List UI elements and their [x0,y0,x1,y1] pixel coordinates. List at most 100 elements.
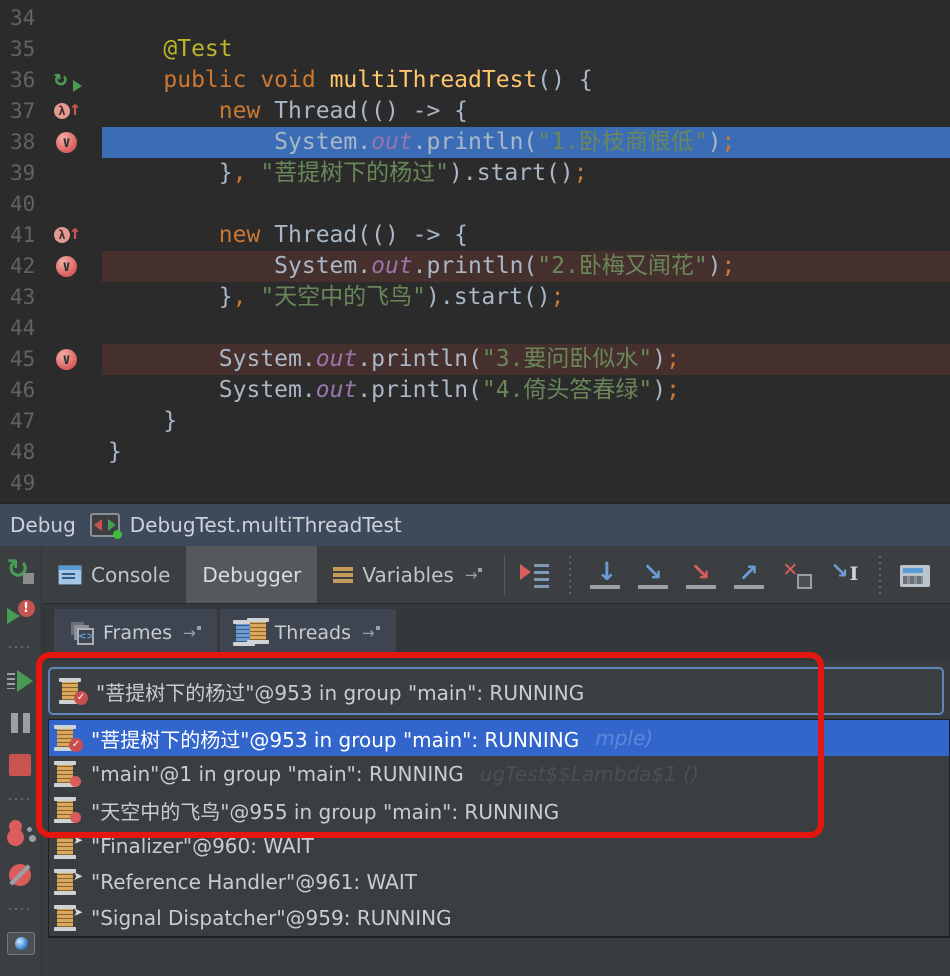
console-icon [58,565,82,585]
code-token: "1.卧枝商恨低" [537,129,707,155]
code-token: Thread(() -> { [274,222,468,248]
tab-debugger[interactable]: Debugger [186,546,317,603]
code-token: "4.倚头答春绿" [482,377,652,403]
gutter: 48 [0,437,102,468]
code-token: } [108,439,122,465]
editor-line: 38 System.out.println("1.卧枝商恨低"); [0,127,950,158]
code-token: ) [652,377,666,403]
code-token: ; [722,253,736,279]
line-number: 38 [0,127,48,158]
breakpoint-hit-badge: ✓ [74,691,88,705]
editor-line: 39 }, "菩提树下的杨过").start(); [0,158,950,189]
verified-breakpoint-icon[interactable] [54,348,84,372]
line-number: 46 [0,375,48,406]
verified-breakpoint-icon[interactable] [54,131,84,155]
thread-list-item[interactable]: ➤"Reference Handler"@961: WAIT [49,864,949,900]
code-token [108,36,163,62]
thread-dropdown-list: ✓"菩提树下的杨过"@953 in group "main": RUNNINGm… [48,719,950,938]
verified-breakpoint-icon[interactable] [54,255,84,279]
resume-program-button[interactable] [7,668,35,694]
stepping-toolbar [511,556,939,594]
code-token [108,98,219,124]
thread-list-item[interactable]: ➤"Finalizer"@960: WAIT [49,828,949,864]
thread-list-label: "Reference Handler"@961: WAIT [91,870,417,894]
code-line-42: System.out.println("2.卧梅又闻花"); [102,251,950,282]
code-line-34 [102,3,950,34]
gutter: 41 [0,220,102,251]
debug-tabs-row: Console Debugger Variables → [42,546,950,604]
stop-button[interactable] [7,752,35,778]
editor-line: 42 System.out.println("2.卧梅又闻花"); [0,251,950,282]
evaluate-expression-button[interactable] [900,565,930,587]
gutter-space [54,441,84,465]
code-token: out [371,253,413,279]
thread-list-item[interactable]: "main"@1 in group "main": RUNNINGugTest$… [49,756,949,792]
gutter-space [54,38,84,62]
pin-icon[interactable]: → [362,624,380,642]
show-execution-point-button[interactable] [520,561,550,589]
view-breakpoints-button[interactable] [7,820,35,846]
gutter: 37 [0,96,102,127]
tab-variables-label: Variables [362,563,453,587]
thread-list-item[interactable]: ➤"Signal Dispatcher"@959: RUNNING [49,900,949,936]
line-number: 39 [0,158,48,189]
drop-frame-button[interactable] [782,561,812,589]
thread-icon: ✓ [60,678,86,704]
pin-icon[interactable]: → [183,624,201,642]
code-token [108,222,219,248]
tab-frames-label: Frames [103,622,172,644]
force-step-into-button[interactable] [686,561,716,589]
tab-threads[interactable]: Threads → [220,609,396,656]
thread-selector-combobox[interactable]: ✓ "菩提树下的杨过"@953 in group "main": RUNNING [48,667,944,715]
code-token: ; [574,160,588,186]
code-token: System. [108,377,316,403]
toolbar-dotted-separator [9,794,33,804]
lambda-breakpoint-icon[interactable] [54,224,84,248]
thread-icon [55,761,81,787]
code-token: ) [708,253,722,279]
run-to-cursor-button[interactable] [830,561,860,589]
get-thread-dump-button[interactable] [7,930,35,956]
gutter: 38 [0,127,102,158]
editor-line: 45 System.out.println("3.要问卧似水"); [0,344,950,375]
tab-variables[interactable]: Variables → [317,546,498,603]
lambda-breakpoint-icon[interactable] [54,100,84,124]
variables-icon [333,567,353,583]
code-line-46: System.out.println("4.倚头答春绿"); [102,375,950,406]
code-line-43: }, "天空中的飞鸟").start(); [102,282,950,313]
step-out-button[interactable] [734,561,764,589]
line-number: 48 [0,437,48,468]
step-into-button[interactable] [638,561,668,589]
pause-program-button[interactable] [7,710,35,736]
step-over-button[interactable] [590,561,620,589]
running-badge: ➤ [73,906,83,918]
debug-toolwindow-header: Debug DebugTest.multiThreadTest [0,502,950,546]
editor-line: 34 [0,3,950,34]
code-token: , [233,160,261,186]
thread-spool [57,907,73,929]
code-token: , [233,284,261,310]
line-number: 37 [0,96,48,127]
code-token: "菩提树下的杨过" [260,160,449,186]
line-number: 44 [0,313,48,344]
code-token: ) [652,346,666,372]
gutter: 49 [0,468,102,499]
code-token: .println( [413,129,538,155]
gutter: 43 [0,282,102,313]
gutter: 40 [0,189,102,220]
threads-panel: ✓ "菩提树下的杨过"@953 in group "main": RUNNING… [42,661,950,976]
rerun-failed-tests-button[interactable] [7,600,35,626]
tab-console[interactable]: Console [42,546,186,603]
thread-icon [55,797,81,823]
code-token [108,67,163,93]
thread-list-item[interactable]: ✓"菩提树下的杨过"@953 in group "main": RUNNINGm… [49,720,949,756]
tab-frames[interactable]: Frames → [54,609,217,656]
editor: 3435 @Test36 public void multiThreadTest… [0,0,950,502]
thread-list-item[interactable]: "天空中的飞鸟"@955 in group "main": RUNNING [49,792,949,828]
mute-breakpoints-button[interactable] [7,862,35,888]
rerun-button[interactable] [7,558,35,584]
toolbar-separator [504,555,505,595]
pin-icon[interactable]: → [465,566,483,584]
run-test-icon[interactable] [54,69,84,93]
debugger-view-tabs: Frames → Threads → [42,604,950,661]
